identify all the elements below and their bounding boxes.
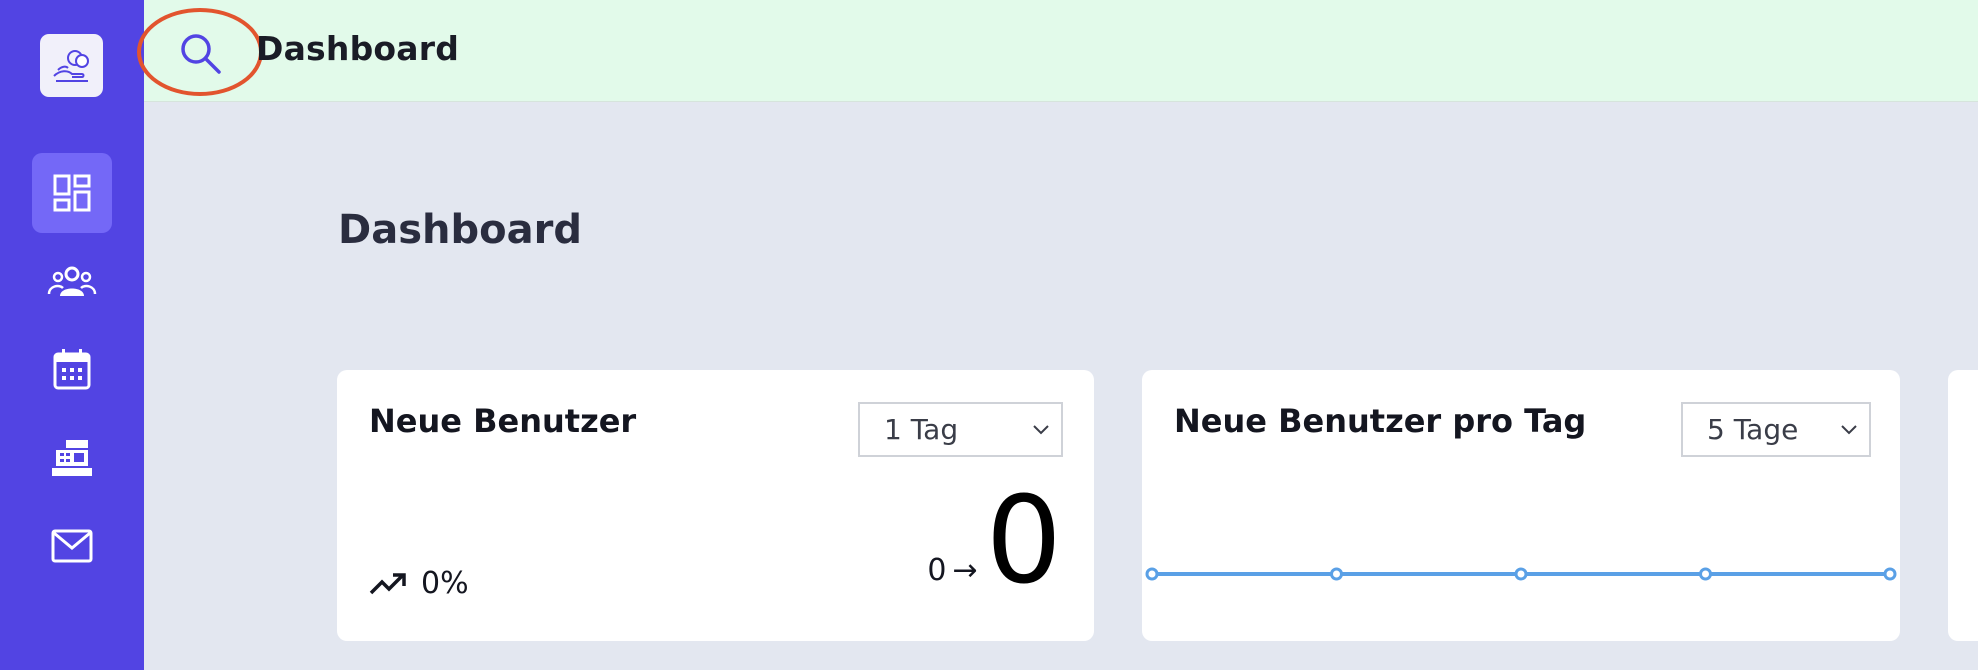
sidebar [0, 0, 144, 670]
sidebar-item-mail[interactable] [32, 506, 112, 586]
current-value: 0 [985, 472, 1062, 611]
mail-icon [51, 529, 93, 563]
card-title: Neue Benutzer [369, 402, 637, 440]
trending-up-icon [369, 572, 406, 594]
app-logo[interactable] [40, 34, 103, 97]
period-select[interactable]: 1 Tag [858, 402, 1063, 457]
topbar-title: Dashboard [256, 29, 460, 68]
previous-value: 0 [927, 553, 947, 588]
select-value: 1 Tag [884, 413, 959, 446]
coins-hand-icon [52, 49, 89, 82]
new-users-per-day-card: Neue Benutzer pro Tag 5 Tage [1142, 370, 1900, 641]
data-point[interactable] [1883, 567, 1897, 581]
data-point[interactable] [1330, 567, 1343, 581]
search-icon [181, 34, 221, 74]
arrow-right-icon: → [952, 553, 978, 588]
users-icon [47, 266, 97, 296]
stat-value-group: 0 → 0 [927, 482, 1062, 602]
data-point[interactable] [1145, 567, 1159, 581]
sidebar-item-dashboard[interactable] [32, 153, 112, 233]
new-users-card: Neue Benutzer 1 Tag 0% 0 → 0 [337, 370, 1094, 641]
trend-indicator: 0% [369, 566, 469, 601]
search-button[interactable] [177, 30, 223, 76]
page-title: Dashboard [338, 207, 582, 253]
partial-card [1948, 370, 1978, 641]
new-users-line-chart [1145, 567, 1897, 581]
data-point[interactable] [1699, 567, 1712, 581]
cash-register-icon [52, 440, 92, 476]
dashboard-icon [53, 174, 91, 212]
data-point[interactable] [1514, 567, 1528, 581]
trend-value: 0% [421, 566, 469, 601]
calendar-icon [53, 349, 91, 390]
sidebar-item-calendar[interactable] [32, 329, 112, 409]
sidebar-item-cash-register[interactable] [32, 418, 112, 498]
chevron-down-icon [1033, 425, 1049, 435]
sidebar-item-users[interactable] [32, 242, 112, 322]
